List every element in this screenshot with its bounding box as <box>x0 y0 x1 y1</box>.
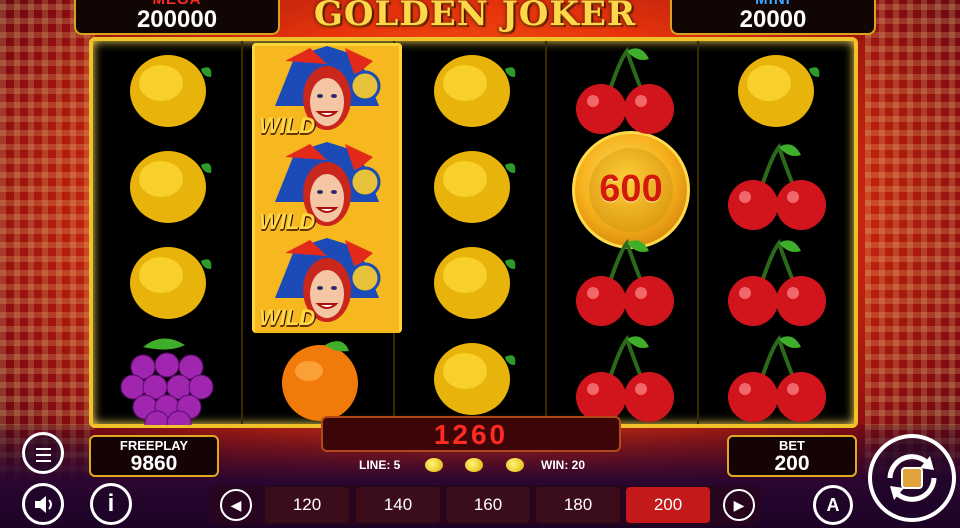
bet-option[interactable]: 140 <box>356 487 440 523</box>
bet-label: BET <box>779 438 805 453</box>
coin-value: 600 <box>599 168 663 210</box>
info-icon: i <box>107 490 115 517</box>
orange-icon <box>282 341 358 421</box>
sound-button[interactable] <box>22 483 64 525</box>
lemon-icon <box>738 55 820 127</box>
cherry-icon <box>576 334 674 422</box>
bet-option[interactable]: 160 <box>446 487 530 523</box>
bet-option-selected[interactable]: 200 <box>626 487 710 523</box>
freeplay-panel: FREEPLAY 9860 <box>89 435 219 477</box>
total-win-value: 1260 <box>433 419 509 450</box>
bet-prev-button[interactable]: ◀ <box>220 489 252 521</box>
lemon-small-icon <box>465 458 483 472</box>
info-button[interactable]: i <box>90 483 132 525</box>
lemon-small-icon <box>506 458 524 472</box>
lemon-icon <box>434 151 516 223</box>
lemon-icon <box>130 151 212 223</box>
mega-jackpot-value: 200000 <box>136 6 218 33</box>
bet-option[interactable]: 180 <box>536 487 620 523</box>
cherry-icon <box>728 238 826 326</box>
wild-joker-symbol: WILD <box>255 46 399 141</box>
mini-jackpot-value: 20000 <box>739 6 807 33</box>
bet-next-button[interactable]: ▶ <box>723 489 755 521</box>
chevron-left-icon: ◀ <box>230 497 242 513</box>
chevron-right-icon: ▶ <box>733 497 745 513</box>
menu-icon <box>36 448 51 466</box>
freeplay-value: 9860 <box>130 452 178 475</box>
expanded-wild-joker: WILD WILD WILD <box>252 43 402 333</box>
bet-option[interactable]: 120 <box>265 487 349 523</box>
menu-button[interactable] <box>22 432 64 474</box>
line-win-label: WIN: 20 <box>541 458 586 472</box>
cherry-icon <box>728 142 826 230</box>
lemon-icon <box>130 55 212 127</box>
cherry-icon <box>576 46 674 134</box>
spin-button[interactable] <box>868 434 956 522</box>
wild-label: WILD <box>259 209 316 234</box>
lemon-icon <box>434 247 516 319</box>
mega-jackpot-panel: MEGA 200000 <box>74 0 280 35</box>
freeplay-label: FREEPLAY <box>119 438 189 453</box>
speaker-icon <box>35 496 52 513</box>
lemon-icon <box>130 247 212 319</box>
lemon-small-icon <box>425 458 443 472</box>
bet-panel: BET 200 <box>727 435 857 477</box>
wild-label: WILD <box>259 113 316 138</box>
mini-jackpot-panel: MINI 20000 <box>670 0 876 35</box>
cherry-icon <box>576 238 674 326</box>
line-number-label: LINE: 5 <box>359 458 401 472</box>
lemon-icon <box>434 55 516 127</box>
bet-value: 200 <box>774 452 810 475</box>
wild-joker-symbol: WILD <box>255 238 399 333</box>
wild-label: WILD <box>259 305 316 330</box>
grapes-icon <box>120 338 214 425</box>
spin-icon <box>887 454 937 502</box>
coin-600-symbol: 600 <box>572 131 690 249</box>
total-win-display: 1260 <box>321 416 621 452</box>
autoplay-icon: A <box>826 495 840 515</box>
wild-joker-symbol: WILD <box>255 142 399 237</box>
autoplay-button[interactable]: A <box>813 485 853 525</box>
lemon-icon <box>434 343 516 415</box>
cherry-icon <box>728 334 826 422</box>
